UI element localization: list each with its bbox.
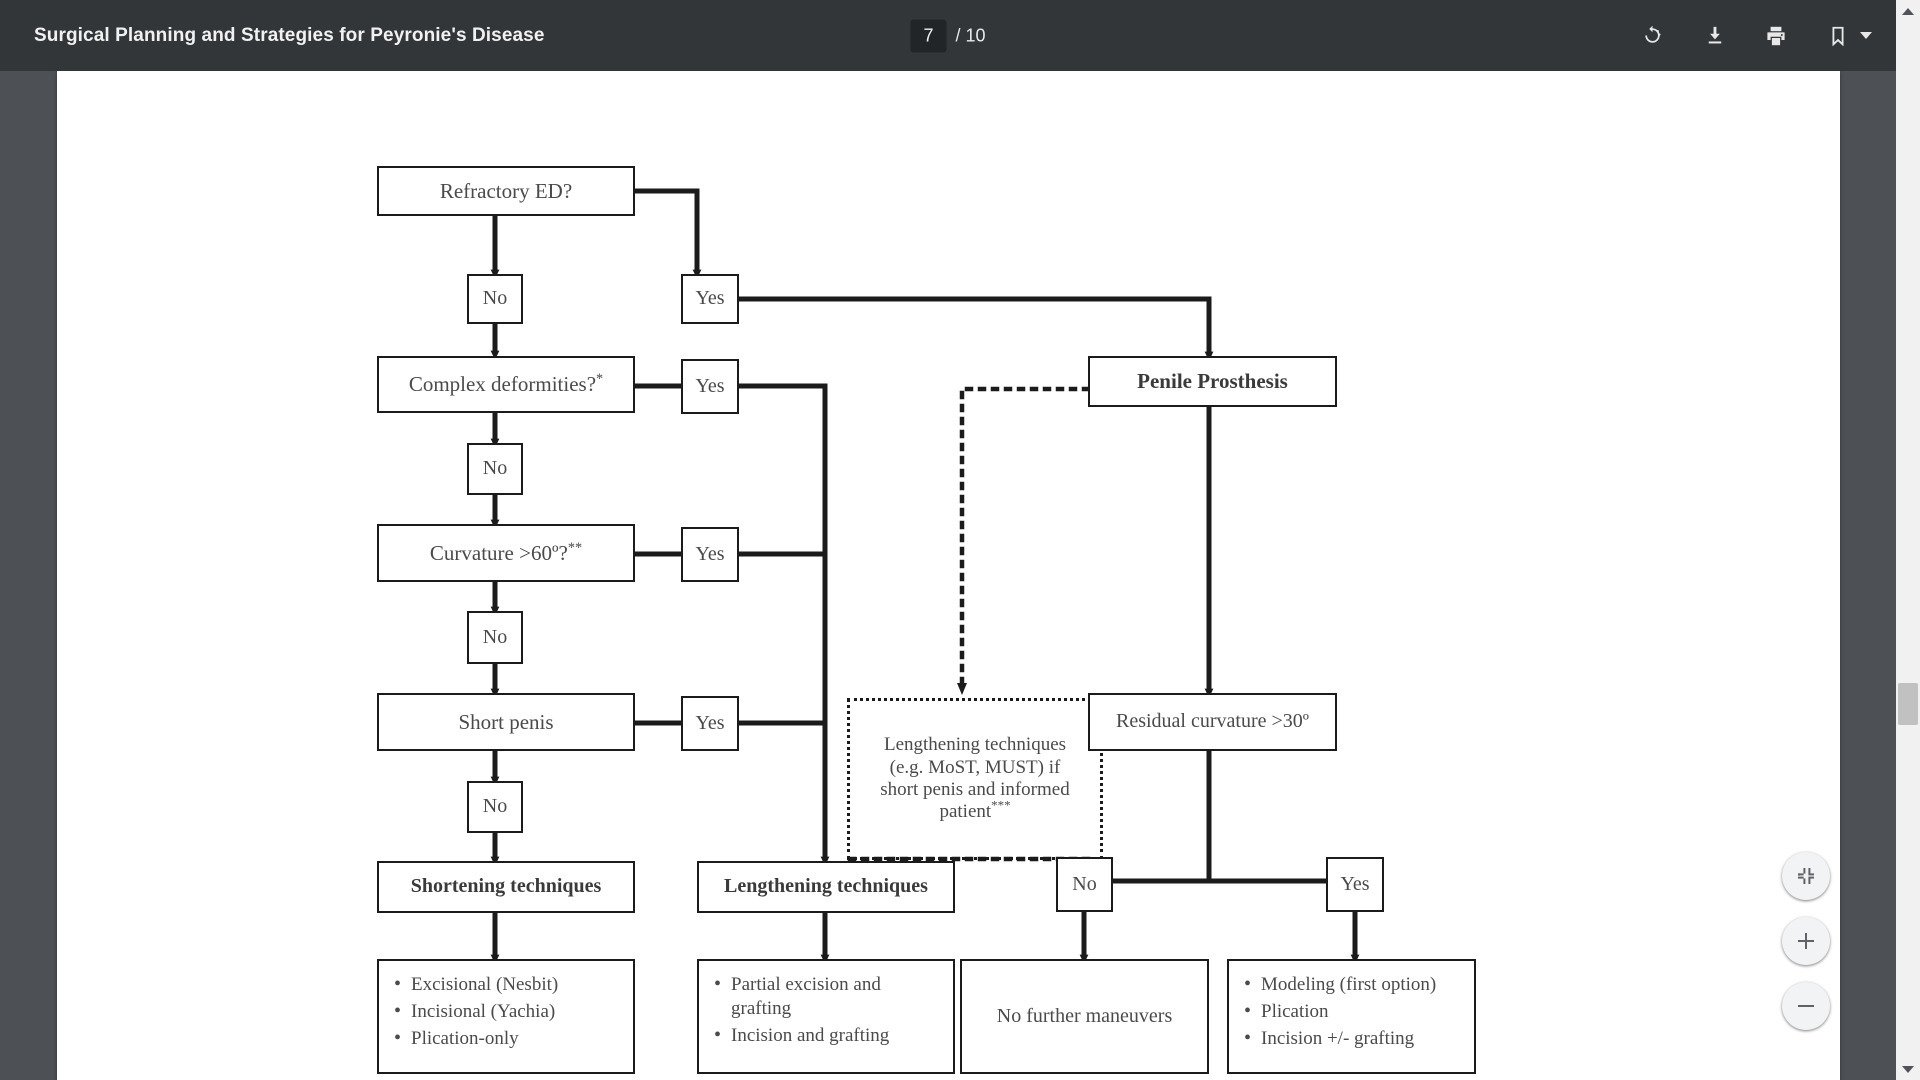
node-lengthening-note: Lengthening techniques (e.g. MoST, MUST)… bbox=[847, 698, 1103, 860]
toolbar-actions bbox=[1632, 0, 1872, 71]
node-no-further-maneuvers: No further maneuvers bbox=[960, 959, 1209, 1074]
node-ed-yes: Yes bbox=[681, 274, 739, 324]
node-ed-no: No bbox=[467, 274, 523, 324]
scroll-up-arrow-icon[interactable] bbox=[1896, 0, 1920, 22]
list-item: Incisional (Yachia) bbox=[393, 999, 623, 1024]
node-residual-curvature: Residual curvature >30º bbox=[1088, 693, 1337, 751]
download-icon[interactable] bbox=[1694, 16, 1734, 56]
zoom-out-icon[interactable] bbox=[1782, 982, 1830, 1030]
shortening-options-list: Excisional (Nesbit) Incisional (Yachia) … bbox=[393, 972, 623, 1051]
flowchart-connectors bbox=[490, 188, 1360, 964]
print-icon[interactable] bbox=[1756, 16, 1796, 56]
pdf-toolbar: Surgical Planning and Strategies for Pey… bbox=[0, 0, 1896, 71]
flowchart-diagram: Refractory ED? No Yes Complex deformitie… bbox=[57, 71, 1840, 1080]
vertical-scrollbar[interactable] bbox=[1896, 0, 1920, 1080]
node-curvature-no: No bbox=[467, 611, 523, 664]
zoom-controls bbox=[1782, 852, 1830, 1030]
node-residual-yes: Yes bbox=[1326, 857, 1384, 912]
chevron-down-icon[interactable] bbox=[1860, 32, 1872, 39]
page-title: Surgical Planning and Strategies for Pey… bbox=[34, 24, 545, 46]
list-item: Plication-only bbox=[393, 1026, 623, 1051]
node-shortening-options: Excisional (Nesbit) Incisional (Yachia) … bbox=[377, 959, 635, 1074]
bookmark-group bbox=[1818, 16, 1872, 56]
node-residual-yes-options: Modeling (first option) Plication Incisi… bbox=[1227, 959, 1476, 1074]
list-item: Modeling (first option) bbox=[1243, 972, 1464, 997]
fit-to-page-icon[interactable] bbox=[1782, 852, 1830, 900]
list-item: Incision and grafting bbox=[713, 1023, 943, 1048]
bookmark-icon[interactable] bbox=[1818, 16, 1858, 56]
node-complex-yes: Yes bbox=[681, 359, 739, 414]
zoom-in-icon[interactable] bbox=[1782, 917, 1830, 965]
node-curvature-yes: Yes bbox=[681, 527, 739, 582]
list-item: Excisional (Nesbit) bbox=[393, 972, 623, 997]
lengthening-options-list: Partial excision and grafting Incision a… bbox=[713, 972, 943, 1048]
scroll-down-arrow-icon[interactable] bbox=[1896, 1058, 1920, 1080]
node-complex-deformities: Complex deformities?* bbox=[377, 356, 635, 413]
page-total-label: / 10 bbox=[955, 25, 986, 45]
list-item: Partial excision and grafting bbox=[713, 972, 943, 1021]
scrollbar-thumb[interactable] bbox=[1898, 683, 1918, 725]
list-item: Incision +/- grafting bbox=[1243, 1026, 1464, 1051]
footnote-marker-1: * bbox=[596, 371, 604, 388]
node-lengthening-options: Partial excision and grafting Incision a… bbox=[697, 959, 955, 1074]
node-shortening-techniques: Shortening techniques bbox=[377, 861, 635, 913]
node-residual-no: No bbox=[1056, 857, 1113, 912]
list-item: Plication bbox=[1243, 999, 1464, 1024]
page-number-input[interactable] bbox=[910, 19, 947, 52]
page-navigation: / 10 bbox=[910, 19, 986, 52]
node-short-penis: Short penis bbox=[377, 693, 635, 751]
pdf-page: Refractory ED? No Yes Complex deformitie… bbox=[57, 71, 1840, 1080]
footnote-marker-3: *** bbox=[991, 798, 1011, 814]
node-complex-no: No bbox=[467, 443, 523, 495]
pdf-viewer[interactable]: Refractory ED? No Yes Complex deformitie… bbox=[0, 71, 1896, 1080]
node-curvature: Curvature >60º?** bbox=[377, 524, 635, 582]
node-short-yes: Yes bbox=[681, 696, 739, 751]
footnote-marker-2: ** bbox=[567, 539, 583, 556]
residual-yes-options-list: Modeling (first option) Plication Incisi… bbox=[1243, 972, 1464, 1051]
rotate-clockwise-icon[interactable] bbox=[1632, 16, 1672, 56]
node-short-no: No bbox=[467, 781, 523, 833]
node-penile-prosthesis: Penile Prosthesis bbox=[1088, 356, 1337, 407]
node-refractory-ed: Refractory ED? bbox=[377, 166, 635, 216]
node-lengthening-techniques: Lengthening techniques bbox=[697, 861, 955, 913]
